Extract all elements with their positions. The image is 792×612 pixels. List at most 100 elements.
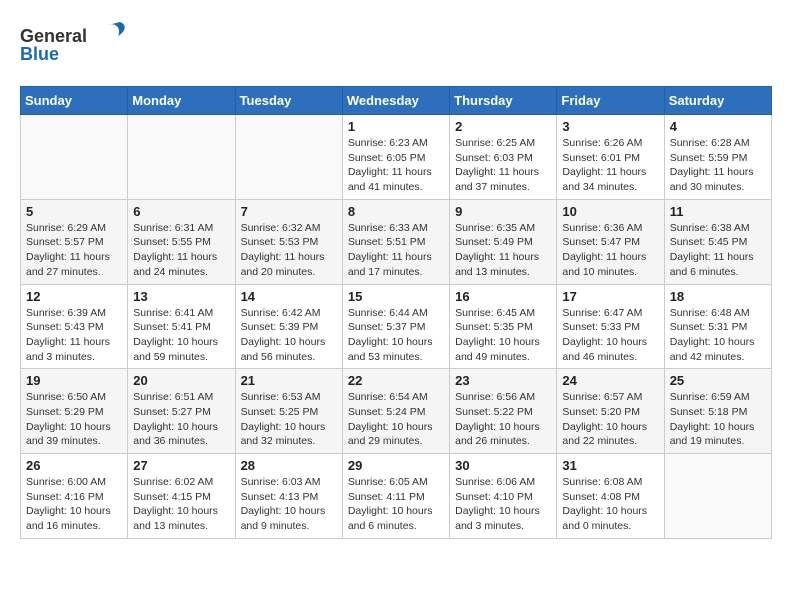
calendar-cell: 20 Sunrise: 6:51 AM Sunset: 5:27 PM Dayli… — [128, 369, 235, 454]
day-info: Sunrise: 6:38 AM Sunset: 5:45 PM Dayligh… — [670, 221, 766, 280]
calendar-cell: 24 Sunrise: 6:57 AM Sunset: 5:20 PM Dayli… — [557, 369, 664, 454]
logo-text: General Blue — [20, 20, 130, 70]
calendar-week-row: 12 Sunrise: 6:39 AM Sunset: 5:43 PM Dayli… — [21, 284, 772, 369]
day-number: 2 — [455, 119, 551, 134]
calendar-cell: 2 Sunrise: 6:25 AM Sunset: 6:03 PM Daylig… — [450, 115, 557, 200]
day-number: 10 — [562, 204, 658, 219]
column-header-tuesday: Tuesday — [235, 87, 342, 115]
day-info: Sunrise: 6:42 AM Sunset: 5:39 PM Dayligh… — [241, 306, 337, 365]
day-number: 24 — [562, 373, 658, 388]
day-number: 25 — [670, 373, 766, 388]
calendar-cell: 21 Sunrise: 6:53 AM Sunset: 5:25 PM Dayli… — [235, 369, 342, 454]
calendar-cell: 22 Sunrise: 6:54 AM Sunset: 5:24 PM Dayli… — [342, 369, 449, 454]
day-number: 29 — [348, 458, 444, 473]
day-number: 15 — [348, 289, 444, 304]
calendar-cell: 19 Sunrise: 6:50 AM Sunset: 5:29 PM Dayli… — [21, 369, 128, 454]
day-number: 8 — [348, 204, 444, 219]
day-number: 22 — [348, 373, 444, 388]
calendar-week-row: 5 Sunrise: 6:29 AM Sunset: 5:57 PM Daylig… — [21, 199, 772, 284]
calendar-cell: 16Sunrise: 6:45 AM Sunset: 5:35 PM Dayli… — [450, 284, 557, 369]
day-number: 12 — [26, 289, 122, 304]
day-info: Sunrise: 6:51 AM Sunset: 5:27 PM Dayligh… — [133, 390, 229, 449]
day-number: 19 — [26, 373, 122, 388]
day-info: Sunrise: 6:45 AM Sunset: 5:35 PM Dayligh… — [455, 306, 551, 365]
day-number: 14 — [241, 289, 337, 304]
calendar-cell: 4 Sunrise: 6:28 AM Sunset: 5:59 PM Daylig… — [664, 115, 771, 200]
day-info: Sunrise: 6:28 AM Sunset: 5:59 PM Dayligh… — [670, 136, 766, 195]
day-number: 28 — [241, 458, 337, 473]
column-header-monday: Monday — [128, 87, 235, 115]
day-number: 11 — [670, 204, 766, 219]
calendar-cell: 26Sunrise: 6:00 AM Sunset: 4:16 PM Dayli… — [21, 454, 128, 539]
calendar-cell: 31Sunrise: 6:08 AM Sunset: 4:08 PM Dayli… — [557, 454, 664, 539]
calendar-cell: 14 Sunrise: 6:42 AM Sunset: 5:39 PM Dayli… — [235, 284, 342, 369]
logo: General Blue — [20, 20, 130, 70]
day-info: Sunrise: 6:35 AM Sunset: 5:49 PM Dayligh… — [455, 221, 551, 280]
calendar-header-row: SundayMondayTuesdayWednesdayThursdayFrid… — [21, 87, 772, 115]
calendar-cell: 9 Sunrise: 6:35 AM Sunset: 5:49 PM Daylig… — [450, 199, 557, 284]
day-number: 3 — [562, 119, 658, 134]
day-number: 20 — [133, 373, 229, 388]
column-header-friday: Friday — [557, 87, 664, 115]
calendar-cell: 12 Sunrise: 6:39 AM Sunset: 5:43 PM Dayli… — [21, 284, 128, 369]
calendar-cell: 18 Sunrise: 6:48 AM Sunset: 5:31 PM Dayli… — [664, 284, 771, 369]
column-header-sunday: Sunday — [21, 87, 128, 115]
calendar-cell: 15Sunrise: 6:44 AM Sunset: 5:37 PM Dayli… — [342, 284, 449, 369]
day-number: 7 — [241, 204, 337, 219]
column-header-thursday: Thursday — [450, 87, 557, 115]
calendar-table: SundayMondayTuesdayWednesdayThursdayFrid… — [20, 86, 772, 539]
calendar-cell: 8 Sunrise: 6:33 AM Sunset: 5:51 PM Daylig… — [342, 199, 449, 284]
calendar-cell: 5 Sunrise: 6:29 AM Sunset: 5:57 PM Daylig… — [21, 199, 128, 284]
day-info: Sunrise: 6:03 AM Sunset: 4:13 PM Dayligh… — [241, 475, 337, 534]
day-number: 21 — [241, 373, 337, 388]
calendar-cell: 1Sunrise: 6:23 AM Sunset: 6:05 PM Daylig… — [342, 115, 449, 200]
page-header: General Blue — [20, 20, 772, 70]
calendar-cell: 7Sunrise: 6:32 AM Sunset: 5:53 PM Daylig… — [235, 199, 342, 284]
day-info: Sunrise: 6:02 AM Sunset: 4:15 PM Dayligh… — [133, 475, 229, 534]
day-info: Sunrise: 6:47 AM Sunset: 5:33 PM Dayligh… — [562, 306, 658, 365]
calendar-week-row: 19 Sunrise: 6:50 AM Sunset: 5:29 PM Dayli… — [21, 369, 772, 454]
column-header-wednesday: Wednesday — [342, 87, 449, 115]
calendar-cell: 27 Sunrise: 6:02 AM Sunset: 4:15 PM Dayli… — [128, 454, 235, 539]
calendar-cell: 17 Sunrise: 6:47 AM Sunset: 5:33 PM Dayli… — [557, 284, 664, 369]
day-number: 6 — [133, 204, 229, 219]
day-info: Sunrise: 6:23 AM Sunset: 6:05 PM Dayligh… — [348, 136, 444, 195]
day-info: Sunrise: 6:48 AM Sunset: 5:31 PM Dayligh… — [670, 306, 766, 365]
day-number: 5 — [26, 204, 122, 219]
svg-text:Blue: Blue — [20, 44, 59, 64]
calendar-week-row: 26Sunrise: 6:00 AM Sunset: 4:16 PM Dayli… — [21, 454, 772, 539]
day-info: Sunrise: 6:00 AM Sunset: 4:16 PM Dayligh… — [26, 475, 122, 534]
day-number: 9 — [455, 204, 551, 219]
day-info: Sunrise: 6:33 AM Sunset: 5:51 PM Dayligh… — [348, 221, 444, 280]
day-info: Sunrise: 6:56 AM Sunset: 5:22 PM Dayligh… — [455, 390, 551, 449]
column-header-saturday: Saturday — [664, 87, 771, 115]
day-info: Sunrise: 6:36 AM Sunset: 5:47 PM Dayligh… — [562, 221, 658, 280]
day-info: Sunrise: 6:59 AM Sunset: 5:18 PM Dayligh… — [670, 390, 766, 449]
day-info: Sunrise: 6:53 AM Sunset: 5:25 PM Dayligh… — [241, 390, 337, 449]
day-info: Sunrise: 6:39 AM Sunset: 5:43 PM Dayligh… — [26, 306, 122, 365]
calendar-cell: 10 Sunrise: 6:36 AM Sunset: 5:47 PM Dayli… — [557, 199, 664, 284]
calendar-cell — [128, 115, 235, 200]
calendar-cell — [664, 454, 771, 539]
day-info: Sunrise: 6:29 AM Sunset: 5:57 PM Dayligh… — [26, 221, 122, 280]
day-info: Sunrise: 6:06 AM Sunset: 4:10 PM Dayligh… — [455, 475, 551, 534]
day-number: 13 — [133, 289, 229, 304]
calendar-cell: 11 Sunrise: 6:38 AM Sunset: 5:45 PM Dayli… — [664, 199, 771, 284]
day-number: 30 — [455, 458, 551, 473]
day-info: Sunrise: 6:25 AM Sunset: 6:03 PM Dayligh… — [455, 136, 551, 195]
day-number: 17 — [562, 289, 658, 304]
day-number: 4 — [670, 119, 766, 134]
day-info: Sunrise: 6:08 AM Sunset: 4:08 PM Dayligh… — [562, 475, 658, 534]
day-info: Sunrise: 6:50 AM Sunset: 5:29 PM Dayligh… — [26, 390, 122, 449]
day-number: 18 — [670, 289, 766, 304]
svg-text:General: General — [20, 26, 87, 46]
calendar-cell: 13Sunrise: 6:41 AM Sunset: 5:41 PM Dayli… — [128, 284, 235, 369]
day-info: Sunrise: 6:54 AM Sunset: 5:24 PM Dayligh… — [348, 390, 444, 449]
calendar-cell — [235, 115, 342, 200]
calendar-week-row: 1Sunrise: 6:23 AM Sunset: 6:05 PM Daylig… — [21, 115, 772, 200]
calendar-cell: 29Sunrise: 6:05 AM Sunset: 4:11 PM Dayli… — [342, 454, 449, 539]
calendar-cell: 30 Sunrise: 6:06 AM Sunset: 4:10 PM Dayli… — [450, 454, 557, 539]
day-info: Sunrise: 6:57 AM Sunset: 5:20 PM Dayligh… — [562, 390, 658, 449]
day-number: 27 — [133, 458, 229, 473]
calendar-cell — [21, 115, 128, 200]
